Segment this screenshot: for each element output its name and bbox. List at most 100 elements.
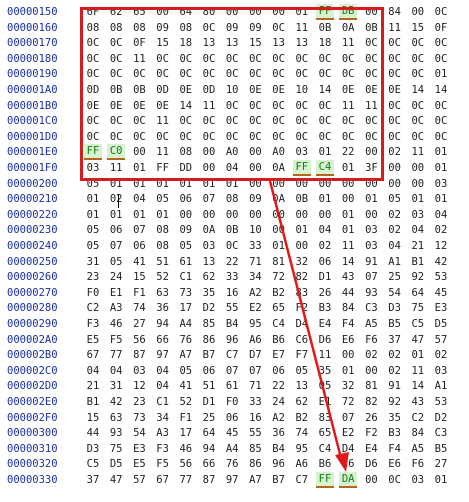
hex-byte[interactable]: 35 xyxy=(386,410,404,426)
hex-byte[interactable]: 01 xyxy=(409,191,427,207)
hex-byte[interactable]: B7 xyxy=(270,472,288,488)
hex-byte[interactable]: 13 xyxy=(293,378,311,394)
hex-byte[interactable]: 0E xyxy=(107,98,125,114)
hex-byte[interactable]: 42 xyxy=(107,394,125,410)
hex-byte[interactable]: 41 xyxy=(130,254,148,270)
hex-byte[interactable]: 0C xyxy=(409,51,427,67)
hex-byte[interactable]: 0A xyxy=(339,20,357,36)
hex-byte[interactable]: A3 xyxy=(154,425,172,441)
hex-byte[interactable]: 92 xyxy=(386,394,404,410)
hex-byte[interactable]: 01 xyxy=(339,207,357,223)
hex-byte[interactable]: 03 xyxy=(409,207,427,223)
hex-byte[interactable]: 0F xyxy=(130,35,148,51)
hex-byte[interactable]: F1 xyxy=(177,410,195,426)
hex-byte[interactable]: 0C xyxy=(409,98,427,114)
hex-byte[interactable]: 01 xyxy=(432,191,450,207)
hex-byte[interactable]: A0 xyxy=(270,144,288,160)
hex-byte[interactable]: 00 xyxy=(293,176,311,192)
hex-byte[interactable]: 00 xyxy=(409,160,427,176)
hex-byte[interactable]: 04 xyxy=(409,222,427,238)
hex-byte[interactable]: 05 xyxy=(293,363,311,379)
marker-byte[interactable]: C4 xyxy=(316,160,334,176)
hex-byte[interactable]: 11 xyxy=(154,113,172,129)
hex-byte[interactable]: 0E xyxy=(270,82,288,98)
hex-byte[interactable]: 02 xyxy=(316,238,334,254)
hex-byte[interactable]: B4 xyxy=(223,316,241,332)
hex-byte[interactable]: F2 xyxy=(362,425,380,441)
hex-byte[interactable]: 74 xyxy=(130,300,148,316)
hex-byte[interactable]: 13 xyxy=(270,35,288,51)
hex-byte[interactable]: 01 xyxy=(339,363,357,379)
hex-byte[interactable]: 87 xyxy=(130,347,148,363)
hex-byte[interactable]: 96 xyxy=(270,456,288,472)
hex-byte[interactable]: 00 xyxy=(362,4,380,20)
hex-byte[interactable]: 12 xyxy=(130,378,148,394)
hex-byte[interactable]: 06 xyxy=(107,222,125,238)
hex-byte[interactable]: 63 xyxy=(154,285,172,301)
hex-byte[interactable]: 47 xyxy=(107,472,125,488)
hex-byte[interactable]: 08 xyxy=(154,222,172,238)
hex-byte[interactable]: 95 xyxy=(293,441,311,457)
hex-byte[interactable]: 0E xyxy=(339,82,357,98)
hex-byte[interactable]: 07 xyxy=(107,238,125,254)
hex-byte[interactable]: 00 xyxy=(223,4,241,20)
hex-byte[interactable]: 0C xyxy=(339,66,357,82)
hex-byte[interactable]: DD xyxy=(177,160,195,176)
hex-byte[interactable]: 0C xyxy=(270,129,288,145)
hex-byte[interactable]: 6F xyxy=(84,4,102,20)
marker-byte[interactable]: DA xyxy=(339,472,358,488)
hex-byte[interactable]: 15 xyxy=(154,35,172,51)
hex-byte[interactable]: FF xyxy=(154,160,172,176)
hex-byte[interactable]: 06 xyxy=(223,410,241,426)
hex-byte[interactable]: F6 xyxy=(409,456,427,472)
hex-byte[interactable]: 03 xyxy=(362,238,380,254)
hex-byte[interactable]: 36 xyxy=(154,300,172,316)
hex-byte[interactable]: F7 xyxy=(293,347,311,363)
hex-byte[interactable]: 72 xyxy=(270,269,288,285)
hex-byte[interactable]: 00 xyxy=(409,4,427,20)
hex-byte[interactable]: 73 xyxy=(177,285,195,301)
hex-byte[interactable]: 93 xyxy=(362,285,380,301)
hex-byte[interactable]: C7 xyxy=(293,472,311,488)
hex-byte[interactable]: 0C xyxy=(293,98,311,114)
hex-byte[interactable]: 02 xyxy=(386,144,404,160)
hex-byte[interactable]: 0C xyxy=(246,66,264,82)
hex-byte[interactable]: A4 xyxy=(223,441,241,457)
hex-byte[interactable]: 14 xyxy=(316,82,334,98)
hex-byte[interactable]: B1 xyxy=(84,394,102,410)
hex-byte[interactable]: 01 xyxy=(200,176,218,192)
hex-byte[interactable]: 0C xyxy=(154,66,172,82)
hex-byte[interactable]: 95 xyxy=(246,316,264,332)
hex-byte[interactable]: 0E xyxy=(154,98,172,114)
hex-byte[interactable]: 11 xyxy=(293,20,311,36)
hex-byte[interactable]: 63 xyxy=(107,410,125,426)
hex-byte[interactable]: 00 xyxy=(362,207,380,223)
hex-byte[interactable]: 00 xyxy=(246,4,264,20)
hex-byte[interactable]: B6 xyxy=(316,456,334,472)
hex-byte[interactable]: D1 xyxy=(316,269,334,285)
hex-byte[interactable]: 03 xyxy=(84,160,102,176)
hex-byte[interactable]: 01 xyxy=(409,347,427,363)
hex-byte[interactable]: 0C xyxy=(386,472,404,488)
hex-byte[interactable]: B6 xyxy=(270,332,288,348)
hex-byte[interactable]: 0E xyxy=(386,82,404,98)
hex-byte[interactable]: E5 xyxy=(130,456,148,472)
hex-byte[interactable]: 73 xyxy=(130,410,148,426)
hex-byte[interactable]: 11 xyxy=(339,98,357,114)
hex-byte[interactable]: 16 xyxy=(223,285,241,301)
hex-byte[interactable]: F6 xyxy=(362,332,380,348)
hex-byte[interactable]: 07 xyxy=(223,363,241,379)
hex-byte[interactable]: 14 xyxy=(409,82,427,98)
hex-byte[interactable]: C4 xyxy=(270,316,288,332)
hex-byte[interactable]: 0C xyxy=(386,51,404,67)
hex-byte[interactable]: 0C xyxy=(177,129,195,145)
hex-byte[interactable]: 0C xyxy=(84,35,102,51)
hex-byte[interactable]: 46 xyxy=(177,441,195,457)
hex-byte[interactable]: 02 xyxy=(107,191,125,207)
hex-byte[interactable]: F0 xyxy=(84,285,102,301)
hex-byte[interactable]: 00 xyxy=(339,176,357,192)
hex-byte[interactable]: 23 xyxy=(130,394,148,410)
hex-byte[interactable]: 0C xyxy=(386,98,404,114)
hex-byte[interactable]: 67 xyxy=(84,347,102,363)
hex-byte[interactable]: B3 xyxy=(316,300,334,316)
